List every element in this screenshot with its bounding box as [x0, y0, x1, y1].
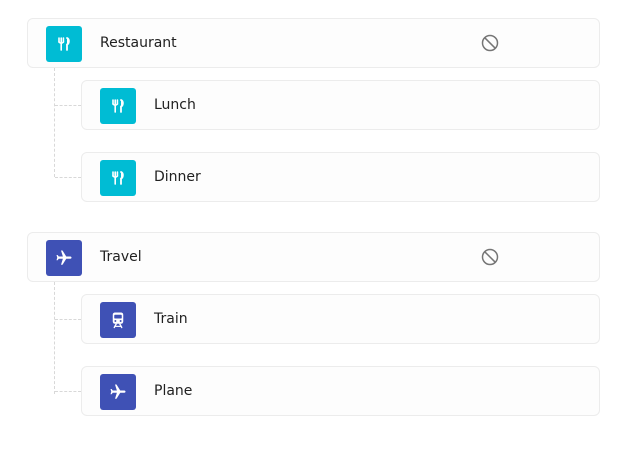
- subcategory-row-plane[interactable]: Plane: [81, 366, 600, 416]
- subcategory-label: Plane: [154, 383, 193, 399]
- subcategory-row-dinner[interactable]: Dinner: [81, 152, 600, 202]
- subcategory-icon-box: [100, 374, 136, 410]
- subcategory-row-train[interactable]: Train: [81, 294, 600, 344]
- tree-connector-horizontal: [55, 391, 81, 392]
- tree-connector-horizontal: [55, 319, 81, 320]
- airplane-icon: [110, 384, 126, 399]
- train-icon: [112, 312, 124, 329]
- category-icon-box: [46, 26, 82, 62]
- ban-icon[interactable]: [480, 247, 500, 267]
- ban-icon[interactable]: [480, 33, 500, 53]
- category-icon-box: [46, 240, 82, 276]
- subcategory-label: Dinner: [154, 169, 201, 185]
- subcategory-row-lunch[interactable]: Lunch: [81, 80, 600, 130]
- category-label: Travel: [100, 249, 142, 265]
- fork-knife-icon: [112, 171, 124, 185]
- category-row-travel[interactable]: Travel: [27, 232, 600, 282]
- subcategory-icon-box: [100, 160, 136, 196]
- fork-knife-icon: [58, 37, 70, 51]
- fork-knife-icon: [112, 99, 124, 113]
- tree-connector-vertical: [54, 282, 55, 394]
- tree-connector-vertical: [54, 68, 55, 177]
- subcategory-icon-box: [100, 302, 136, 338]
- tree-connector-horizontal: [55, 177, 81, 178]
- subcategory-label: Train: [154, 311, 188, 327]
- subcategory-label: Lunch: [154, 97, 196, 113]
- subcategory-icon-box: [100, 88, 136, 124]
- tree-connector-horizontal: [55, 105, 81, 106]
- category-label: Restaurant: [100, 35, 177, 51]
- category-row-restaurant[interactable]: Restaurant: [27, 18, 600, 68]
- airplane-icon: [56, 250, 72, 265]
